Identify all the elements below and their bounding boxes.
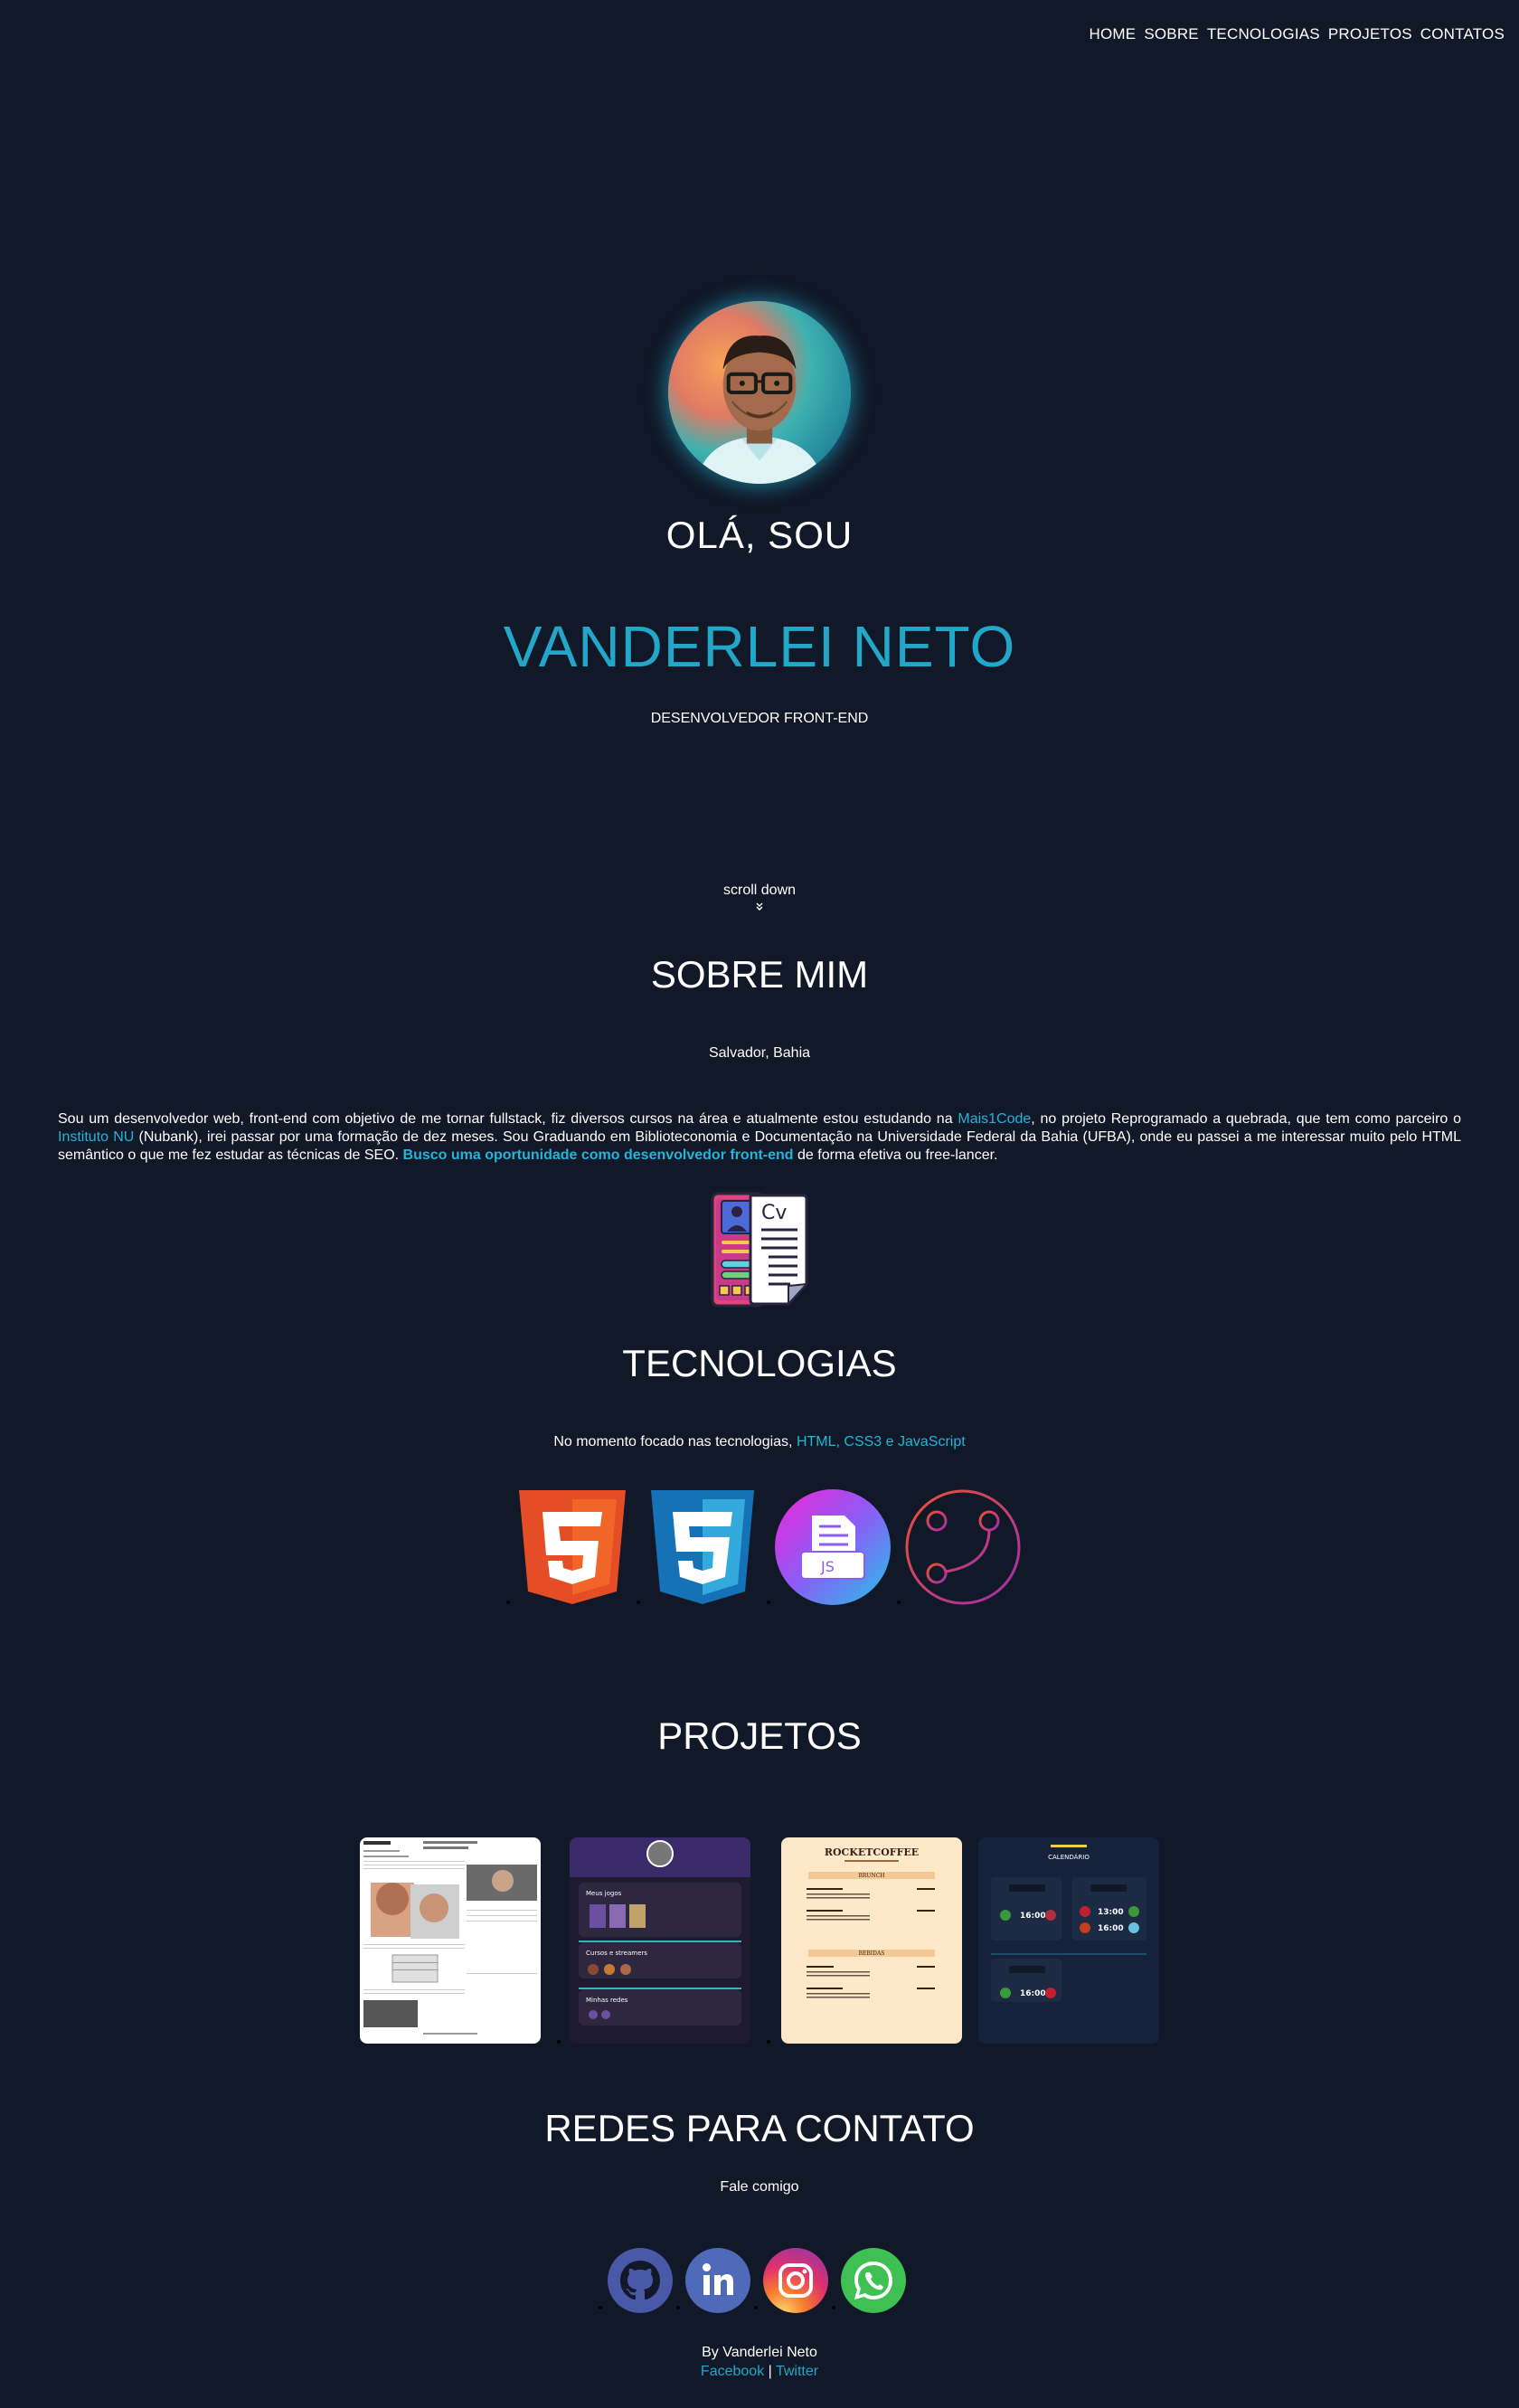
- link-mais1code[interactable]: Mais1Code: [958, 1111, 1031, 1127]
- javascript-icon[interactable]: JS: [774, 1488, 892, 1606]
- contact-subtitle: Fale comigo: [720, 2179, 799, 2195]
- footer-author: By Vanderlei Neto: [702, 2345, 817, 2360]
- about-text-4: de forma efetiva ou free-lancer.: [793, 1147, 998, 1163]
- linkedin-icon[interactable]: [685, 2248, 750, 2313]
- instagram-icon[interactable]: [763, 2248, 828, 2313]
- social-dot: [676, 2306, 680, 2309]
- contact-title: REDES PARA CONTATO: [544, 2107, 975, 2149]
- tech-dot: [506, 1601, 510, 1604]
- project-4-time-2: 13:00: [1098, 1908, 1124, 1917]
- nav-projetos[interactable]: PROJETOS: [1328, 25, 1412, 43]
- link-instituto-nu[interactable]: Instituto NU: [58, 1129, 134, 1145]
- project-2-social-label: Minhas redes: [586, 1997, 628, 2004]
- project-2-games-label: Meus jogos: [586, 1890, 622, 1897]
- svg-text:Cv: Cv: [761, 1202, 787, 1224]
- nav-tecnologias[interactable]: TECNOLOGIAS: [1207, 25, 1320, 43]
- github-icon[interactable]: [608, 2248, 673, 2313]
- about-paragraph: Sou um desenvolvedor web, front-end com …: [58, 1110, 1461, 1165]
- cv-icon[interactable]: Cv: [709, 1192, 810, 1309]
- tech-icons: JS: [506, 1488, 1021, 1608]
- project-3-section-2: BEBIDAS: [859, 1950, 885, 1957]
- about-location: Salvador, Bahia: [708, 1045, 811, 1061]
- html5-icon[interactable]: [514, 1488, 631, 1606]
- project-dot: [557, 2040, 561, 2044]
- top-nav: HOME SOBRE TECNOLOGIAS PROJETOS CONTATOS: [1090, 25, 1505, 43]
- project-4-title: CALENDÁRIO: [1048, 1853, 1090, 1861]
- projects-row: Meus jogos Cursos e streamers Minhas red…: [360, 1837, 1159, 2045]
- project-4-time-3: 16:00: [1098, 1924, 1124, 1933]
- project-card-3[interactable]: ROCKETCOFFEE BRUNCH BEBIDAS: [781, 1837, 962, 2044]
- about-highlight: Busco uma oportunidade como desenvolvedo…: [402, 1147, 794, 1163]
- social-links: [599, 2248, 911, 2313]
- social-dot: [754, 2306, 758, 2309]
- chevron-double-down-icon[interactable]: [754, 902, 765, 913]
- about-text-2: , no projeto Reprogramado a quebrada, qu…: [1031, 1111, 1461, 1127]
- tech-highlight: HTML, CSS3 e JavaScript: [796, 1434, 966, 1450]
- tech-dot: [897, 1601, 901, 1604]
- avatar-photo-icon: [668, 301, 851, 484]
- social-dot: [832, 2306, 835, 2309]
- scroll-down-label[interactable]: scroll down: [0, 883, 1519, 899]
- hero-role: DESENVOLVEDOR FRONT-END: [650, 711, 869, 726]
- project-4-time-4: 16:00: [1020, 1989, 1046, 1998]
- nav-sobre[interactable]: SOBRE: [1144, 25, 1199, 43]
- hero-greeting: OLÁ, SOU: [665, 514, 854, 556]
- avatar: [668, 301, 851, 484]
- tech-subtitle: No momento focado nas tecnologias, HTML,…: [0, 1434, 1519, 1450]
- project-card-4[interactable]: CALENDÁRIO 16:00 13:00 16:00 16:00: [978, 1837, 1159, 2044]
- project-2-courses-label: Cursos e streamers: [586, 1950, 647, 1957]
- about-text-1: Sou um desenvolvedor web, front-end com …: [58, 1111, 958, 1127]
- project-4-time-1: 16:00: [1020, 1912, 1046, 1921]
- tech-intro: No momento focado nas tecnologias,: [553, 1434, 797, 1450]
- footer-links: Facebook | Twitter: [0, 2364, 1519, 2380]
- tech-title: TECNOLOGIAS: [622, 1342, 897, 1384]
- nav-contatos[interactable]: CONTATOS: [1420, 25, 1505, 43]
- css3-icon[interactable]: [644, 1488, 761, 1606]
- about-title: SOBRE MIM: [650, 953, 869, 996]
- tech-dot: [767, 1601, 770, 1604]
- projects-title: PROJETOS: [657, 1714, 862, 1757]
- social-dot: [599, 2306, 602, 2309]
- project-dot: [767, 2040, 770, 2044]
- facebook-link[interactable]: Facebook: [701, 2364, 764, 2379]
- git-icon[interactable]: [904, 1488, 1022, 1606]
- whatsapp-icon[interactable]: [841, 2248, 906, 2313]
- project-3-brand: ROCKETCOFFEE: [825, 1846, 919, 1858]
- project-card-2[interactable]: Meus jogos Cursos e streamers Minhas red…: [570, 1837, 750, 2044]
- twitter-link[interactable]: Twitter: [776, 2364, 818, 2379]
- project-3-section-1: BRUNCH: [858, 1873, 884, 1879]
- tech-dot: [637, 1601, 640, 1604]
- nav-home[interactable]: HOME: [1090, 25, 1137, 43]
- svg-text:JS: JS: [820, 1558, 835, 1575]
- project-card-1[interactable]: [360, 1837, 541, 2044]
- footer-separator: |: [768, 2364, 772, 2379]
- hero-name: VANDERLEI NETO: [503, 614, 1016, 679]
